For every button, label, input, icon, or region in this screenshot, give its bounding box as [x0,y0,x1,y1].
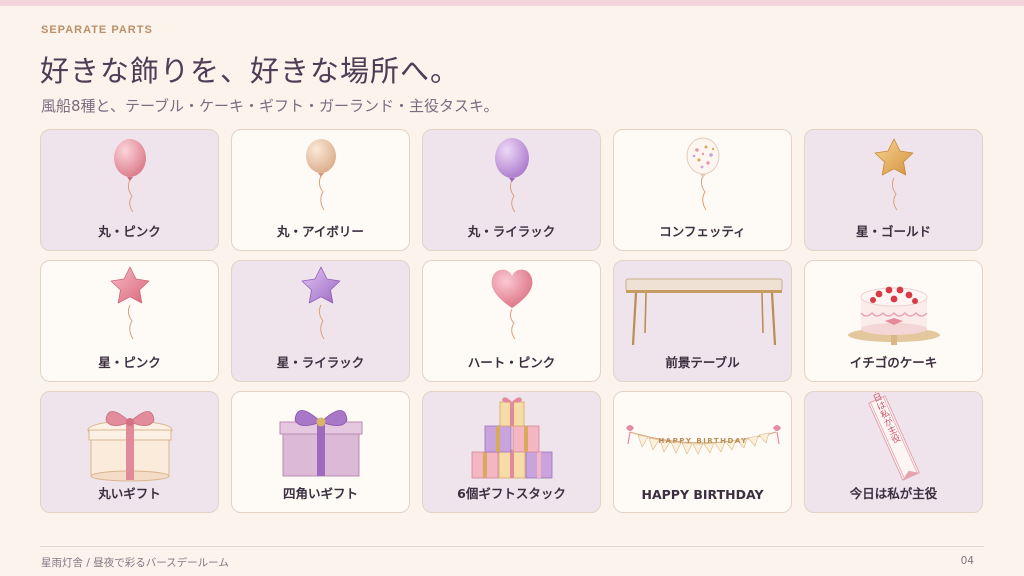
part-card[interactable]: 星・ピンク [40,260,219,382]
sash-icon: 今日は私が主役 [805,392,982,484]
part-card[interactable]: 四角いギフト [231,391,410,513]
square-gift-box-icon [232,392,409,484]
part-label: 星・ゴールド [855,224,931,239]
part-label: イチゴのケーキ [849,355,938,370]
part-card[interactable]: 丸・アイボリー [231,129,410,251]
birthday-garland-icon: HAPPY BIRTHDAY [614,392,791,484]
lilac-round-balloon-icon [423,130,600,222]
part-card[interactable]: コンフェッティ [613,129,792,251]
part-label: 星・ピンク [98,355,161,370]
part-label: 前景テーブル [665,355,740,370]
part-card[interactable]: 丸・ライラック [422,129,601,251]
eyebrow-label: SEPARATE PARTS [41,24,153,36]
lilac-star-balloon-icon [232,261,409,353]
part-label: コンフェッティ [659,224,746,239]
strawberry-cake-icon [805,261,982,353]
gold-star-balloon-icon [805,130,982,222]
part-label: 丸いギフト [98,486,161,501]
page-subtitle: 風船8種と、テーブル・ケーキ・ギフト・ガーランド・主役タスキ。 [41,97,499,115]
part-label: HAPPY BIRTHDAY [641,487,764,502]
part-label: 6個ギフトスタック [457,486,566,501]
part-label: 今日は私が主役 [849,486,938,501]
part-card[interactable]: 星・ライラック [231,260,410,382]
part-label: 四角いギフト [282,486,358,501]
page-title: 好きな飾りを、好きな場所へ。 [40,54,461,88]
pink-round-balloon-icon [41,130,218,222]
part-card[interactable]: イチゴのケーキ [804,260,983,382]
part-label: 丸・ピンク [98,224,161,239]
table-icon [614,261,791,353]
part-card[interactable]: 星・ゴールド [804,129,983,251]
garland-text: HAPPY BIRTHDAY [658,437,747,445]
part-card[interactable]: 丸いギフト [40,391,219,513]
part-card[interactable]: 前景テーブル [613,260,792,382]
part-card[interactable]: ハート・ピンク [422,260,601,382]
part-card[interactable]: 丸・ピンク [40,129,219,251]
part-label: 丸・アイボリー [277,224,364,239]
part-label: ハート・ピンク [467,355,556,370]
page-number: 04 [960,555,974,567]
ivory-round-balloon-icon [232,130,409,222]
part-card[interactable]: 6個ギフトスタック [422,391,601,513]
pink-heart-balloon-icon [423,261,600,353]
part-label: 星・ライラック [276,355,365,370]
confetti-balloon-icon [614,130,791,222]
pink-star-balloon-icon [41,261,218,353]
round-gift-box-icon [41,392,218,484]
part-card[interactable]: 今日は私が主役 今日は私が主役 [804,391,983,513]
parts-grid: 丸・ピンク 丸・アイボリー 丸・ライラック コンフェッティ 星・ゴールド 星・ピ… [40,129,983,513]
part-card[interactable]: HAPPY BIRTHDAY HAPPY BIRTHDAY [613,391,792,513]
gift-stack-icon [423,392,600,484]
footer-divider [40,546,984,547]
top-accent-bar [0,0,1024,6]
footer-caption: 星雨灯舎 / 昼夜で彩るバースデールーム [41,557,229,569]
part-label: 丸・ライラック [467,224,556,239]
